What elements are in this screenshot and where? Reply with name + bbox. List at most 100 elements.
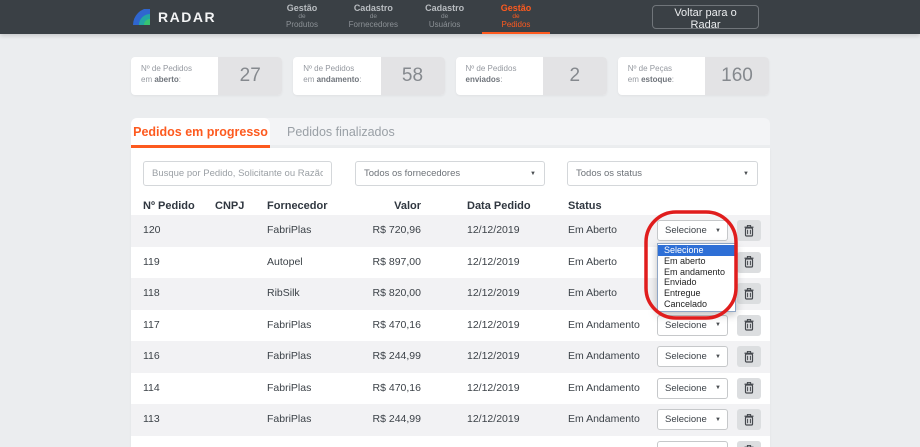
nav-item-fornecedores[interactable]: Cadastro de Fornecedores [339,0,407,34]
delete-order-button[interactable] [737,409,761,430]
voltar-radar-button[interactable]: Voltar para o Radar [652,5,759,29]
top-navbar: RADAR Gestão de Produtos Cadastro de For… [0,0,920,34]
nav-item-mid: de [482,13,550,20]
trash-icon [744,319,754,331]
cell-status: Em Aberto [568,215,653,247]
trash-icon [744,288,754,300]
status-select[interactable]: Selecione ▼ [657,378,728,399]
stat-label: Nº de Peças em estoque: [618,57,705,95]
nav-item-sub: Fornecedores [339,20,407,30]
status-dropdown-list: SelecioneEm abertoEm andamentoEnviadoEnt… [657,243,736,312]
cell-valor: R$ 470,16 [311,310,421,342]
status-dropdown-option[interactable]: Entregue [658,288,735,299]
cell-n-pedido: 118 [143,278,213,310]
table-row: Selecione ▼ [131,436,770,447]
stat-card: Nº de Pedidos enviados: 2 [456,57,607,95]
trash-icon [744,414,754,426]
cell-data-pedido: 12/12/2019 [467,373,557,405]
status-dropdown-option[interactable]: Enviado [658,277,735,288]
cell-valor: R$ 820,00 [311,278,421,310]
tab-strip: Pedidos em progresso Pedidos finalizados [131,118,770,145]
nav-item-mid: de [268,13,336,20]
status-filter-value: Todos os status [576,168,743,179]
stat-value: 2 [543,57,607,95]
cell-status: Em Andamento [568,373,653,405]
cell-valor: R$ 470,16 [311,373,421,405]
delete-order-button[interactable] [737,252,761,273]
stat-card: Nº de Pedidos em aberto: 27 [131,57,282,95]
status-select-value: Selecione [665,320,715,331]
app-logo[interactable]: RADAR [130,0,216,34]
status-dropdown-option[interactable]: Em aberto [658,256,735,267]
delete-order-button[interactable] [737,346,761,367]
table-row: 116 FabriPlas R$ 244,99 12/12/2019 Em An… [131,341,770,373]
cell-status: Em Andamento [568,404,653,436]
status-dropdown-option[interactable]: Selecione [658,245,735,256]
delete-order-button[interactable] [737,220,761,241]
nav-item-sub: Usuários [411,20,479,30]
trash-icon [744,382,754,394]
delete-order-button[interactable] [737,378,761,399]
chevron-down-icon: ▼ [715,228,721,234]
nav-item-mid: de [339,13,407,20]
header-n-pedido: Nº Pedido [143,196,213,216]
cell-valor: R$ 897,00 [311,247,421,279]
nav-item-title: Gestão [482,3,550,13]
status-select[interactable]: Selecione ▼ [657,409,728,430]
cell-status: Em Aberto [568,278,653,310]
cell-status: Em Aberto [568,247,653,279]
tab-pedidos-em-progresso[interactable]: Pedidos em progresso [131,118,270,145]
nav-item-produtos[interactable]: Gestão de Produtos [268,0,336,34]
nav-item-sub: Produtos [268,20,336,30]
header-status: Status [568,196,653,216]
nav-item-usuarios[interactable]: Cadastro de Usuários [411,0,479,34]
table-row: 117 FabriPlas R$ 470,16 12/12/2019 Em An… [131,310,770,342]
stat-label: Nº de Pedidos enviados: [456,57,543,95]
chevron-down-icon: ▼ [743,171,749,177]
status-select-value: Selecione [665,414,715,425]
table-row: 113 FabriPlas R$ 244,99 12/12/2019 Em An… [131,404,770,436]
status-select-value: Selecione [665,225,715,236]
logo-text: RADAR [158,9,216,25]
status-select[interactable]: Selecione ▼ [657,441,728,447]
table-row: 114 FabriPlas R$ 470,16 12/12/2019 Em An… [131,373,770,405]
table-row: 120 FabriPlas R$ 720,96 12/12/2019 Em Ab… [131,215,770,247]
stat-value: 58 [381,57,445,95]
main-nav: Gestão de Produtos Cadastro de Fornecedo… [268,0,550,34]
delete-order-button[interactable] [737,315,761,336]
status-select-value: Selecione [665,383,715,394]
status-dropdown-option[interactable]: Em andamento [658,267,735,278]
stat-value: 27 [218,57,282,95]
status-select[interactable]: Selecione ▼ [657,220,728,241]
nav-item-pedidos[interactable]: Gestão de Pedidos [482,0,550,34]
tab-pedidos-finalizados[interactable]: Pedidos finalizados [287,125,395,139]
orders-panel: Todos os fornecedores ▼ Todos os status … [131,148,770,447]
status-filter-select[interactable]: Todos os status ▼ [567,161,758,186]
status-dropdown-option[interactable]: Cancelado [658,299,735,310]
cell-n-pedido: 120 [143,215,213,247]
stat-value: 160 [705,57,769,95]
cell-valor: R$ 720,96 [311,215,421,247]
trash-icon [744,225,754,237]
stat-label: Nº de Pedidos em aberto: [131,57,218,95]
cell-data-pedido: 12/12/2019 [467,215,557,247]
trash-icon [744,351,754,363]
status-select[interactable]: Selecione ▼ [657,315,728,336]
status-select-value: Selecione [665,351,715,362]
cell-status: Em Andamento [568,341,653,373]
delete-order-button[interactable] [737,441,761,447]
cell-status: Em Andamento [568,310,653,342]
supplier-filter-value: Todos os fornecedores [364,168,530,179]
chevron-down-icon: ▼ [715,354,721,360]
cell-n-pedido: 119 [143,247,213,279]
cell-valor: R$ 244,99 [311,341,421,373]
nav-item-sub: Pedidos [482,20,550,30]
radar-logo-icon [130,9,152,25]
search-input[interactable] [143,161,332,186]
stat-label: Nº de Pedidos em andamento: [293,57,380,95]
delete-order-button[interactable] [737,283,761,304]
status-select[interactable]: Selecione ▼ [657,346,728,367]
cell-data-pedido: 12/12/2019 [467,310,557,342]
header-cnpj: CNPJ [215,196,263,216]
supplier-filter-select[interactable]: Todos os fornecedores ▼ [355,161,545,186]
